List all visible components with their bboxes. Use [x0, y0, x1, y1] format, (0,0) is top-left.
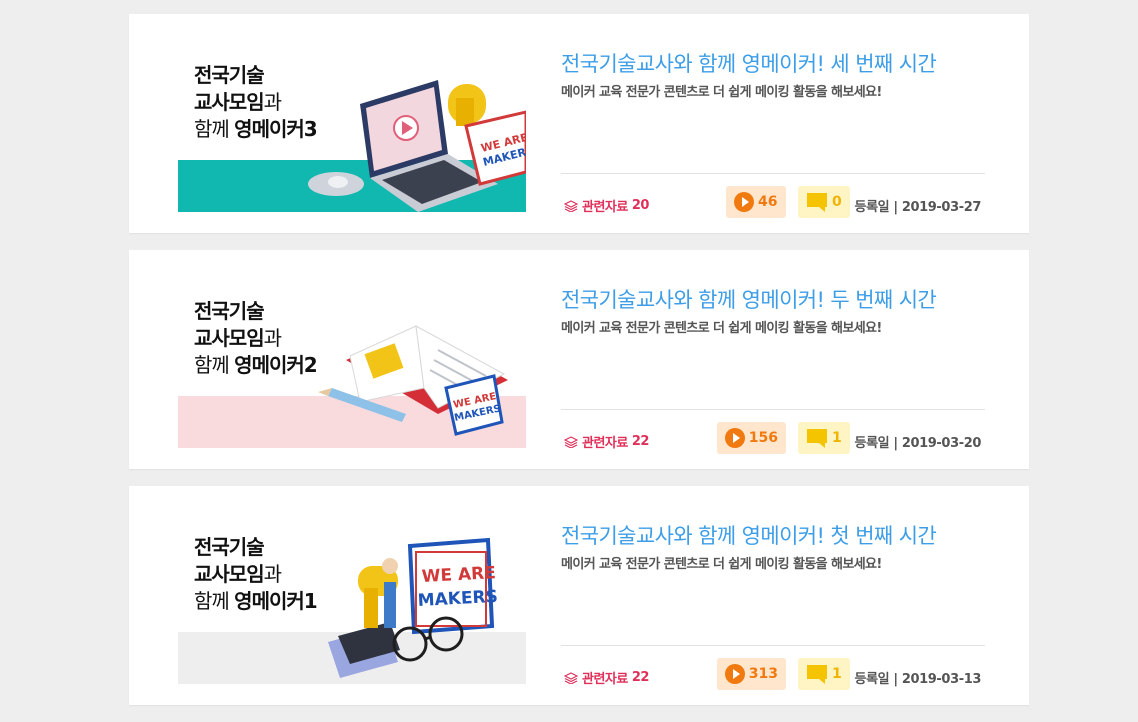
item-info: 전국기술교사와 함께 영메이커! 첫 번째 시간 메이커 교육 전문가 콘텐츠로…	[561, 522, 985, 572]
comments-badge: 0	[798, 186, 850, 218]
views-count: 46	[758, 194, 778, 210]
related-label: 관련자료	[582, 672, 628, 687]
comments-badge: 1	[798, 658, 850, 690]
item-description: 메이커 교육 전문가 콘텐츠로 더 쉽게 메이킹 활동을 해보세요!	[561, 321, 882, 336]
thumbnail-title-line: 과	[263, 90, 282, 114]
item-title[interactable]: 전국기술교사와 함께 영메이커! 첫 번째 시간	[561, 522, 985, 550]
comments-count: 0	[832, 194, 842, 210]
views-badge: 313	[717, 658, 786, 690]
registration-date: 등록일 | 2019-03-27	[854, 196, 982, 215]
views-count: 156	[748, 430, 778, 446]
item-title[interactable]: 전국기술교사와 함께 영메이커! 세 번째 시간	[561, 50, 985, 78]
item-meta: 관련자료 22 156 1 등록일 | 2019-03-20	[561, 409, 985, 456]
related-materials[interactable]: 관련자료 22	[564, 668, 649, 687]
date-value: 2019-03-20	[901, 436, 982, 451]
item-description: 메이커 교육 전문가 콘텐츠로 더 쉽게 메이킹 활동을 해보세요!	[561, 557, 882, 572]
date-label: 등록일 |	[854, 200, 899, 215]
item-title[interactable]: 전국기술교사와 함께 영메이커! 두 번째 시간	[561, 286, 985, 314]
layers-icon	[564, 671, 578, 684]
thumbnail-title-line: 과	[263, 562, 282, 586]
thumbnail-title-line: 교사모임	[194, 326, 265, 350]
laptop-illustration: WE ARE MAKERS	[308, 80, 526, 212]
play-circle-icon	[725, 664, 745, 684]
date-label: 등록일 |	[854, 436, 899, 451]
related-count: 22	[631, 670, 650, 685]
speech-bubble-icon	[807, 665, 827, 684]
thumbnail-title-line: 함께	[194, 353, 235, 377]
item-info: 전국기술교사와 함께 영메이커! 두 번째 시간 메이커 교육 전문가 콘텐츠로…	[561, 286, 985, 336]
related-count: 20	[631, 198, 650, 213]
views-count: 313	[748, 666, 778, 682]
play-circle-icon	[734, 192, 754, 212]
related-materials[interactable]: 관련자료 22	[564, 432, 649, 451]
speech-bubble-icon	[807, 429, 827, 448]
registration-date: 등록일 | 2019-03-13	[854, 668, 982, 687]
related-label: 관련자료	[582, 436, 628, 451]
item-info: 전국기술교사와 함께 영메이커! 세 번째 시간 메이커 교육 전문가 콘텐츠로…	[561, 50, 985, 100]
views-badge: 46	[726, 186, 786, 218]
item-meta: 관련자료 20 46 0 등록일 | 2019-03-27	[561, 173, 985, 220]
makers-illustration: WE ARE MAKERS	[328, 537, 498, 678]
layers-icon	[564, 435, 578, 448]
speech-bubble-icon	[807, 193, 827, 212]
thumbnail-title-line: 전국기술	[194, 535, 265, 559]
play-circle-icon	[725, 428, 745, 448]
thumbnail-title-line: 함께	[194, 117, 235, 141]
comments-badge: 1	[798, 422, 850, 454]
svg-text:WE ARE: WE ARE	[421, 563, 496, 587]
item-description: 메이커 교육 전문가 콘텐츠로 더 쉽게 메이킹 활동을 해보세요!	[561, 85, 882, 100]
related-label: 관련자료	[582, 200, 628, 215]
list-item[interactable]: 전국기술 교사모임과 함께 영메이커2 WE ARE MAKERS 전국기술교사…	[129, 250, 1029, 469]
views-badge: 156	[717, 422, 786, 454]
thumbnail-title-line: 교사모임	[194, 90, 265, 114]
registration-date: 등록일 | 2019-03-20	[854, 432, 982, 451]
related-materials[interactable]: 관련자료 20	[564, 196, 649, 215]
date-value: 2019-03-27	[901, 200, 982, 215]
comments-count: 1	[832, 430, 842, 446]
layers-icon	[564, 199, 578, 212]
svg-text:MAKERS: MAKERS	[417, 587, 498, 611]
list-item[interactable]: 전국기술 교사모임과 함께 영메이커1 WE ARE MAKERS 전국기술교사…	[129, 486, 1029, 705]
thumbnail-title-line: 과	[263, 326, 282, 350]
date-label: 등록일 |	[854, 672, 899, 687]
list-item[interactable]: 전국기술 교사모임과 함께 영메이커3 WE ARE MAKERS 전국기술교사…	[129, 14, 1029, 233]
thumbnail-title-line: 함께	[194, 589, 235, 613]
item-meta: 관련자료 22 313 1 등록일 | 2019-03-13	[561, 645, 985, 692]
date-value: 2019-03-13	[901, 672, 982, 687]
thumbnail-title-line: 전국기술	[194, 299, 265, 323]
thumbnail[interactable]: 전국기술 교사모임과 함께 영메이커2 WE ARE MAKERS	[178, 290, 526, 448]
book-illustration: WE ARE MAKERS	[318, 325, 508, 436]
comments-count: 1	[832, 666, 842, 682]
related-count: 22	[631, 434, 650, 449]
thumbnail-title-line: 전국기술	[194, 63, 265, 87]
thumbnail[interactable]: 전국기술 교사모임과 함께 영메이커1 WE ARE MAKERS	[178, 526, 526, 684]
thumbnail-title-line: 교사모임	[194, 562, 265, 586]
thumbnail[interactable]: 전국기술 교사모임과 함께 영메이커3 WE ARE MAKERS	[178, 54, 526, 212]
video-list: 전국기술 교사모임과 함께 영메이커3 WE ARE MAKERS 전국기술교사…	[129, 14, 1029, 722]
